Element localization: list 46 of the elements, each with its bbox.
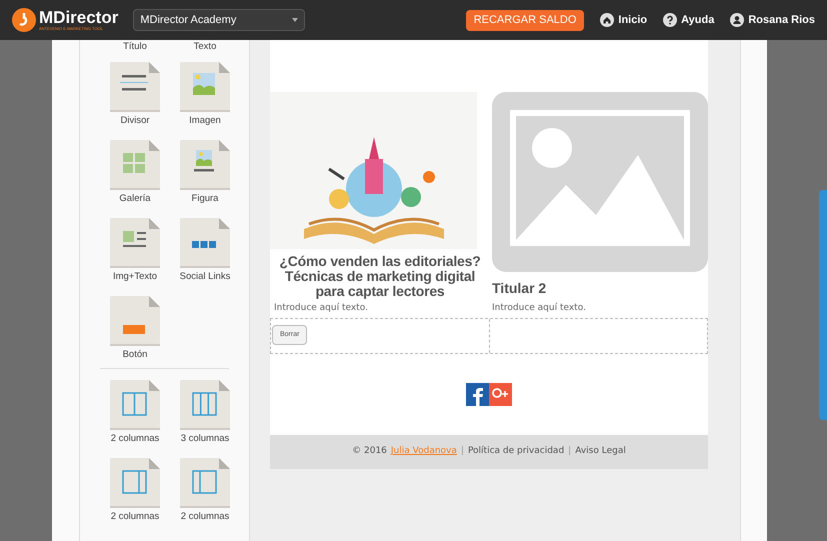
- block-label: Título: [123, 41, 147, 52]
- block-tile-icon[interactable]: [110, 62, 160, 112]
- block-label: 2 columnas: [110, 511, 160, 522]
- help-icon: [663, 13, 678, 27]
- copyright-text: © 2016: [352, 445, 387, 458]
- block-tile-icon[interactable]: [110, 218, 160, 268]
- article-text: Introduce aquí texto.: [492, 302, 587, 315]
- google-plus-icon[interactable]: [489, 382, 512, 406]
- block-label: Img+Texto: [112, 271, 158, 282]
- article-title: Titular 2: [492, 279, 548, 298]
- logo-icon: [12, 8, 36, 32]
- block-tile-icon[interactable]: [180, 218, 230, 268]
- nav-link[interactable]: Ayuda: [663, 12, 714, 28]
- block-label: Social Links: [178, 271, 232, 282]
- article-text: Introduce aquí texto.: [273, 302, 369, 315]
- block-label: Botón: [122, 349, 148, 360]
- block-tile-icon[interactable]: [180, 458, 230, 508]
- facebook-icon[interactable]: [466, 382, 489, 406]
- nav-link[interactable]: Rosana Rios: [730, 12, 815, 28]
- block-tile-icon[interactable]: [110, 458, 160, 508]
- block-tile-icon[interactable]: [110, 380, 160, 430]
- block-tile-icon[interactable]: [110, 296, 160, 346]
- block-tile-icon[interactable]: [180, 62, 230, 112]
- privacy-link[interactable]: Política de privacidad: [468, 445, 564, 459]
- block-label: Figura: [190, 193, 220, 204]
- block-tile-icon[interactable]: [110, 140, 160, 190]
- block-label: Imagen: [188, 115, 222, 126]
- block-label: 3 columnas: [180, 433, 230, 444]
- nav-link[interactable]: Inicio: [600, 12, 648, 28]
- article-title: ¿Cómo venden las editoriales? Técnicas de marketing digital para captar lectores: [278, 254, 482, 299]
- block-label: 2 columnas: [180, 511, 230, 522]
- block-tile-icon[interactable]: [180, 140, 230, 190]
- legal-link[interactable]: Aviso Legal: [575, 445, 626, 459]
- block-label: 2 columnas: [110, 433, 160, 444]
- scrollbar-thumb[interactable]: [819, 190, 827, 420]
- separator: |: [568, 445, 572, 458]
- user-icon: [730, 13, 744, 27]
- block-label: Texto: [194, 41, 216, 52]
- account-dropdown[interactable]: MDirector Academy: [133, 9, 306, 31]
- caret-icon: [292, 18, 298, 22]
- separator: |: [460, 445, 464, 458]
- home-icon: [600, 13, 614, 27]
- block-tile-icon[interactable]: [180, 380, 230, 430]
- logo-text: MDirector: [39, 9, 118, 26]
- block-label: Divisor: [119, 115, 151, 126]
- block-label: Galería: [118, 193, 152, 204]
